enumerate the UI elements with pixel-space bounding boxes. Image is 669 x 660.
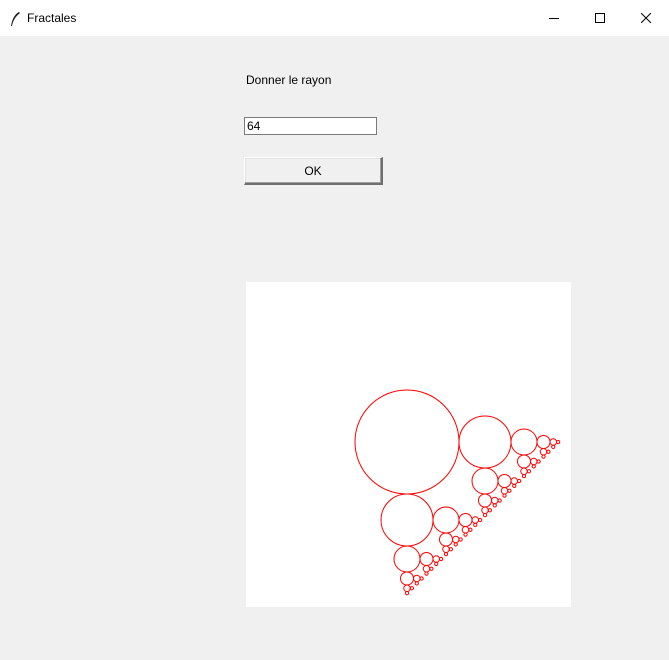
fractal-circle <box>458 537 463 542</box>
fractal-circle <box>478 493 492 508</box>
fractal-circle <box>400 571 414 586</box>
radius-prompt-label: Donner le rayon <box>246 73 332 87</box>
fractal-circle <box>461 526 470 534</box>
fractal-circle <box>453 542 458 547</box>
fractal-circle <box>439 556 444 562</box>
fractal-circle <box>482 513 488 518</box>
fractal-circle <box>556 439 561 445</box>
fractal-circle <box>419 552 434 566</box>
fractal-circle <box>517 478 522 484</box>
maximize-button[interactable] <box>577 0 623 36</box>
fractal-circle <box>404 591 410 596</box>
fractal-circle <box>512 483 517 489</box>
fractal-circle <box>497 498 502 503</box>
fractal-circle <box>443 552 449 557</box>
fractal-circle <box>520 467 528 475</box>
fractal-circle <box>452 535 460 544</box>
fractal-circle <box>434 561 439 567</box>
fractal-canvas <box>246 282 571 607</box>
fractal-circle <box>500 487 509 495</box>
fractal-circle <box>491 496 499 505</box>
fractal-circle <box>473 522 478 528</box>
ok-button[interactable]: OK <box>244 157 383 185</box>
fractal-circle <box>541 454 546 459</box>
fractal-circle <box>530 457 538 466</box>
radius-input[interactable] <box>244 117 377 135</box>
fractal-circle <box>481 506 489 514</box>
fractal-circle <box>439 532 453 547</box>
fractal-circle <box>549 438 557 446</box>
fractal-circle <box>531 464 536 469</box>
fractal-circle <box>536 435 551 449</box>
fractal-circle <box>507 488 512 493</box>
window-title: Fractales <box>27 11 77 25</box>
fractal-circle <box>422 565 431 573</box>
fractal-circle <box>478 517 483 523</box>
feather-icon <box>8 11 22 27</box>
fractal-circle <box>526 469 532 474</box>
fractal-circle <box>510 477 518 485</box>
fractal-drawing <box>354 389 561 596</box>
fractal-circle <box>551 444 556 450</box>
fractal-circle <box>429 566 434 571</box>
minimize-icon <box>549 18 559 19</box>
fractal-circle <box>517 454 531 469</box>
fractal-circle <box>510 428 538 456</box>
maximize-icon <box>595 13 605 23</box>
fractal-circle <box>536 459 541 464</box>
fractal-circle <box>546 449 551 454</box>
fractal-circle <box>521 474 527 479</box>
fractal-circle <box>442 545 450 553</box>
fractal-circle <box>403 584 411 592</box>
fractal-circle <box>458 513 473 527</box>
close-button[interactable] <box>623 0 669 36</box>
fractal-circle <box>414 581 419 586</box>
fractal-circle <box>393 545 421 573</box>
minimize-button[interactable] <box>531 0 577 36</box>
fractal-circle <box>539 448 548 456</box>
fractal-circle <box>502 493 507 498</box>
fractal-circle <box>492 503 497 508</box>
fractal-circle <box>471 467 499 495</box>
fractal-circle <box>497 474 512 488</box>
fractal-circle <box>448 547 454 552</box>
fractal-circle <box>419 576 424 581</box>
fractal-circle <box>432 506 460 534</box>
fractal-circle <box>463 532 468 537</box>
fractal-circle <box>471 516 479 524</box>
close-icon <box>641 13 651 23</box>
fractal-circle <box>432 555 440 563</box>
fractal-circle <box>458 415 512 469</box>
fractal-circle <box>380 493 434 547</box>
fractal-circle <box>424 571 429 576</box>
fractal-circle <box>468 527 473 532</box>
title-bar: Fractales <box>0 0 669 36</box>
fractal-circle <box>354 389 460 495</box>
fractal-circle <box>409 586 415 591</box>
fractal-circle <box>487 508 493 513</box>
fractal-circle <box>413 574 421 583</box>
